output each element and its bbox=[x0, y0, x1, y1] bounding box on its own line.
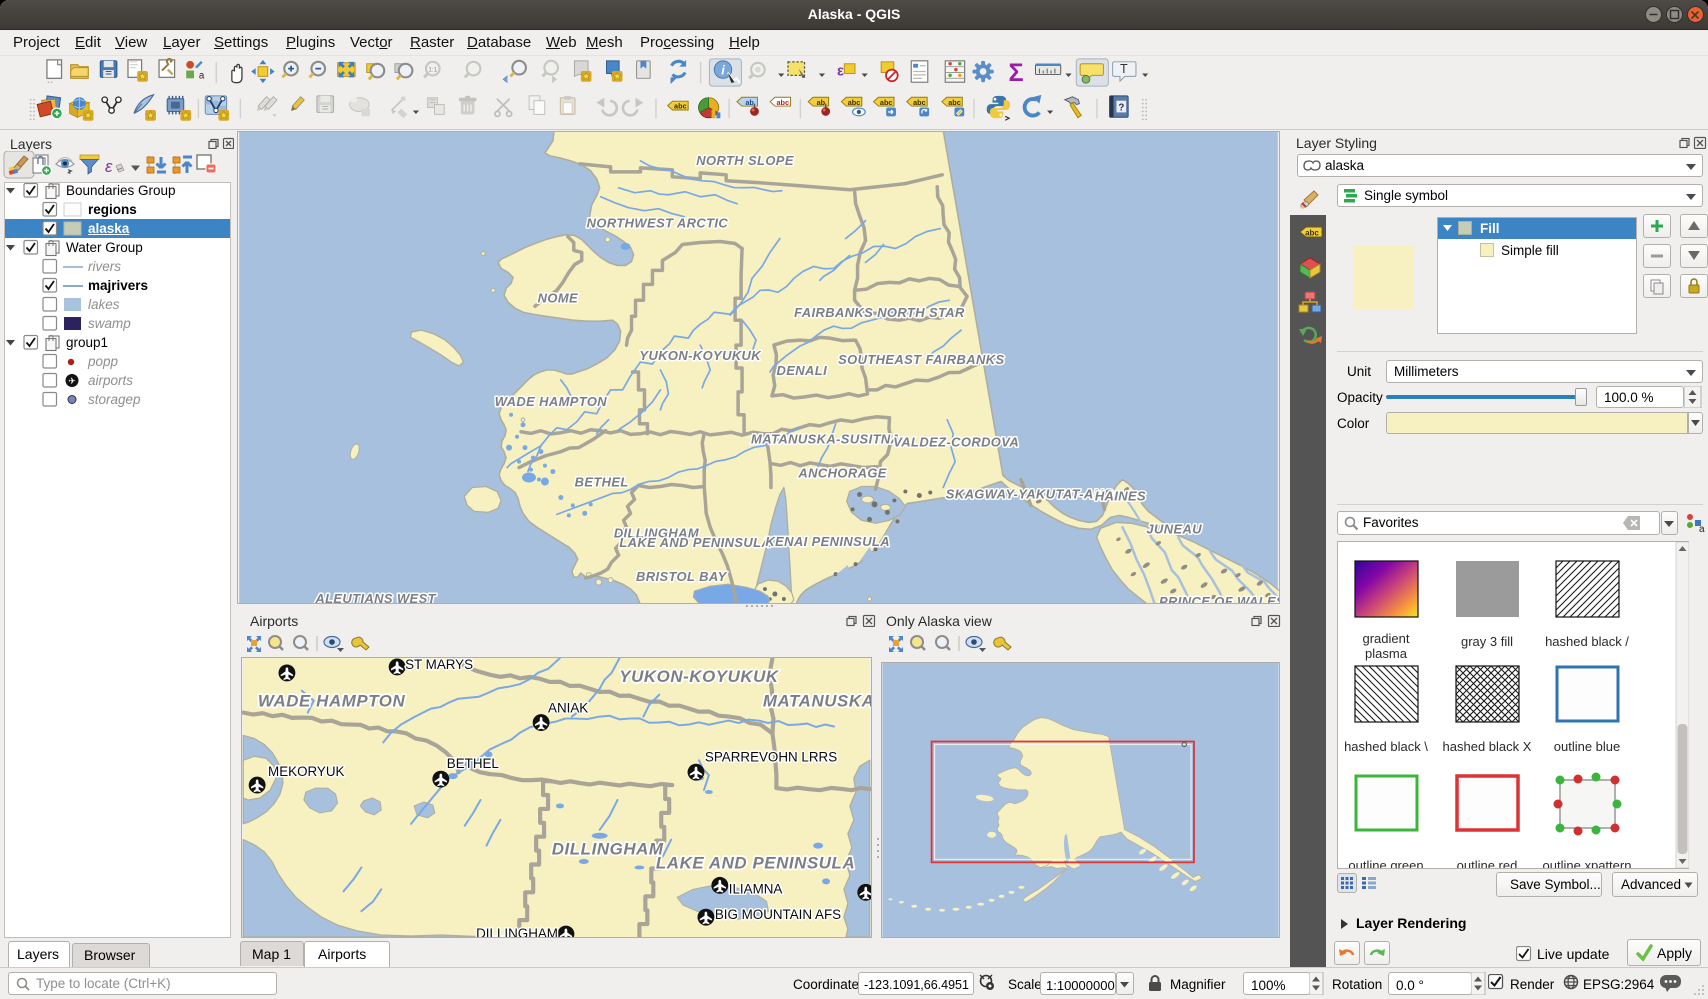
svg-text:hashed black X: hashed black X bbox=[1443, 739, 1532, 754]
svg-text:DILLINGHAM: DILLINGHAM bbox=[552, 840, 664, 859]
svg-text:?: ? bbox=[1118, 102, 1124, 113]
svg-text:YUKON-KOYUKUK: YUKON-KOYUKUK bbox=[639, 348, 762, 363]
svg-text:FAIRBANKS NORTH STAR: FAIRBANKS NORTH STAR bbox=[794, 305, 965, 320]
svg-text:SKAGWAY-YAKUTAT-ANG: SKAGWAY-YAKUTAT-ANG bbox=[946, 486, 1114, 501]
svg-text:hashed black \: hashed black \ bbox=[1344, 739, 1428, 754]
svg-text:HAINES: HAINES bbox=[1095, 488, 1146, 503]
svg-text:MEKORYUK: MEKORYUK bbox=[268, 764, 344, 779]
svg-text:PRINCE OF WALES: PRINCE OF WALES bbox=[1159, 594, 1280, 604]
svg-text:abc: abc bbox=[913, 98, 926, 107]
svg-text:LAKE AND PENINSULA: LAKE AND PENINSULA bbox=[656, 853, 855, 872]
svg-text:ε: ε bbox=[837, 63, 844, 79]
svg-text:ILIAMNA: ILIAMNA bbox=[729, 881, 783, 896]
svg-text:WADE HAMPTON: WADE HAMPTON bbox=[258, 692, 406, 711]
svg-text:T: T bbox=[1120, 62, 1128, 76]
svg-text:hashed black /: hashed black / bbox=[1545, 634, 1629, 649]
svg-text:abc: abc bbox=[880, 98, 893, 107]
svg-text:plasma: plasma bbox=[1365, 646, 1408, 661]
svg-text:YUKON-KOYUKUK: YUKON-KOYUKUK bbox=[619, 667, 780, 686]
svg-text:abc: abc bbox=[948, 98, 961, 107]
svg-text:NORTHWEST ARCTIC: NORTHWEST ARCTIC bbox=[587, 216, 729, 231]
svg-text:KENAI PENINSULA: KENAI PENINSULA bbox=[765, 534, 890, 549]
svg-text:DENALI: DENALI bbox=[777, 363, 828, 378]
svg-text:a: a bbox=[199, 70, 205, 81]
svg-text:1:1: 1:1 bbox=[428, 67, 437, 74]
svg-text:abc: abc bbox=[848, 98, 861, 107]
svg-text:NORTH SLOPE: NORTH SLOPE bbox=[696, 153, 794, 168]
svg-text:Σ: Σ bbox=[1009, 59, 1024, 87]
svg-text:ab: ab bbox=[817, 98, 826, 107]
svg-text:JUNEAU: JUNEAU bbox=[1146, 521, 1202, 536]
svg-text:MATANUSKA-SUS: MATANUSKA-SUS bbox=[763, 692, 872, 711]
svg-text:NOME: NOME bbox=[538, 290, 578, 305]
svg-text:outline blue: outline blue bbox=[1554, 739, 1621, 754]
svg-text:MATANUSKA-SUSITNA: MATANUSKA-SUSITNA bbox=[751, 432, 900, 447]
svg-text:BIG MOUNTAIN AFS: BIG MOUNTAIN AFS bbox=[715, 907, 841, 922]
svg-text:outline green: outline green bbox=[1348, 858, 1423, 868]
svg-text:gray 3 fill: gray 3 fill bbox=[1461, 634, 1513, 649]
svg-text:✈: ✈ bbox=[68, 376, 76, 386]
svg-text:ANIAK: ANIAK bbox=[548, 701, 588, 716]
svg-text:VALDEZ-CORDOVA: VALDEZ-CORDOVA bbox=[893, 435, 1019, 450]
svg-text:ANCHORAGE: ANCHORAGE bbox=[797, 466, 886, 481]
svg-text:i: i bbox=[721, 63, 725, 77]
svg-text:gradient: gradient bbox=[1363, 631, 1410, 646]
svg-text:outline red: outline red bbox=[1457, 858, 1518, 868]
svg-text:LAKE AND PENINSULA: LAKE AND PENINSULA bbox=[619, 535, 771, 550]
svg-text:ALEUTIANS WEST: ALEUTIANS WEST bbox=[314, 591, 436, 604]
svg-text:WADE HAMPTON: WADE HAMPTON bbox=[495, 394, 608, 409]
svg-text:BRISTOL BAY: BRISTOL BAY bbox=[636, 569, 728, 584]
svg-text:ST MARYS: ST MARYS bbox=[405, 657, 473, 672]
svg-text:BETHEL: BETHEL bbox=[447, 756, 499, 771]
svg-text:outline xpattern: outline xpattern bbox=[1543, 858, 1632, 868]
svg-text:ab: ab bbox=[745, 98, 754, 107]
svg-text:abc: abc bbox=[1305, 229, 1319, 238]
svg-text:SOUTHEAST FAIRBANKS: SOUTHEAST FAIRBANKS bbox=[838, 352, 1004, 367]
svg-text:abc: abc bbox=[674, 102, 687, 111]
svg-text:a: a bbox=[1699, 524, 1705, 533]
svg-text:BETHEL: BETHEL bbox=[575, 474, 629, 489]
svg-text:abc: abc bbox=[776, 98, 789, 107]
svg-text:DILLINGHAM: DILLINGHAM bbox=[476, 926, 558, 938]
svg-text:SPARREVOHN LRRS: SPARREVOHN LRRS bbox=[705, 749, 837, 764]
